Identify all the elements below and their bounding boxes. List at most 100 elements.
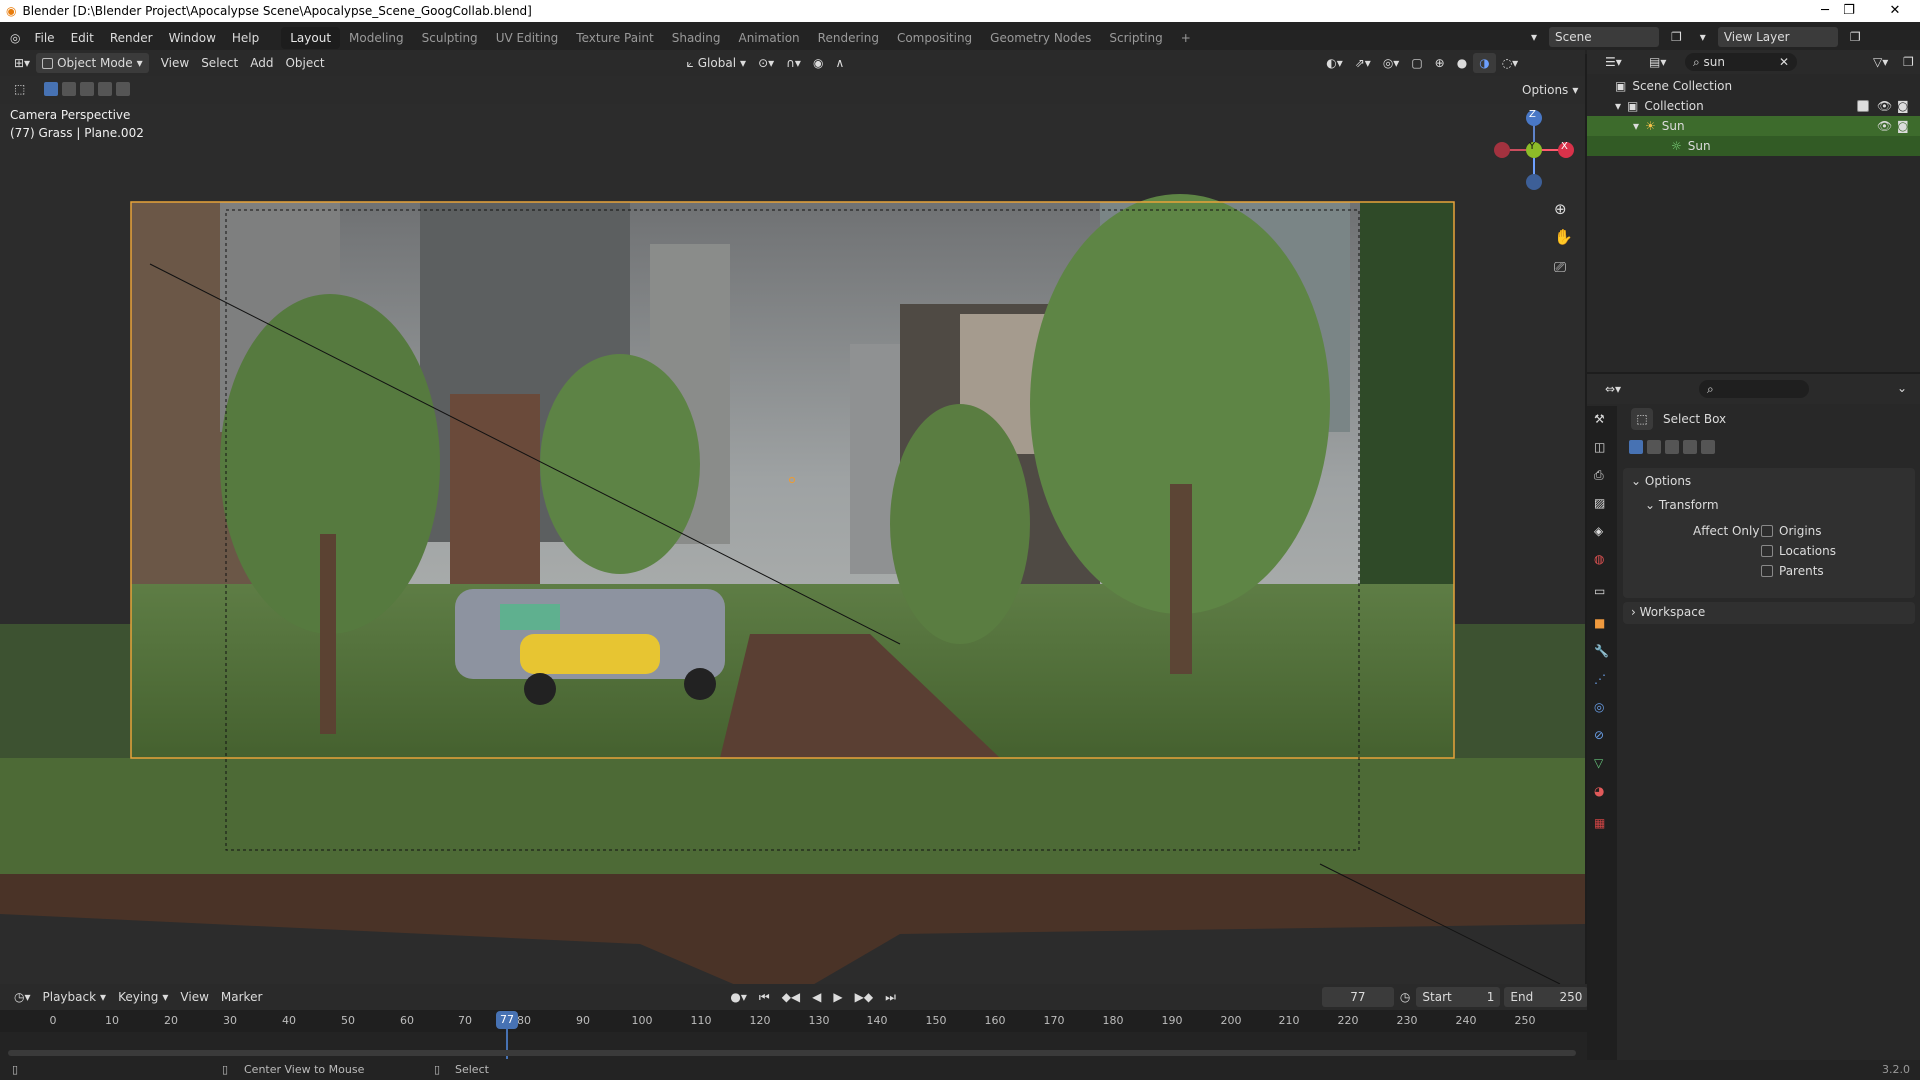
blender-menu-icon[interactable]: ◎ <box>10 31 20 45</box>
gizmo-x-label[interactable]: X <box>1561 141 1568 152</box>
new-view-layer-button[interactable]: ❐ <box>1844 27 1867 47</box>
select-invert-icon[interactable] <box>98 82 112 96</box>
tab-compositing[interactable]: Compositing <box>888 27 981 49</box>
select-intersect-icon[interactable] <box>116 82 130 96</box>
mode-intersect-icon[interactable] <box>1701 440 1715 454</box>
select-new-icon[interactable] <box>44 82 58 96</box>
3d-viewport[interactable]: Camera Perspective (77) Grass | Plane.00… <box>0 104 1585 984</box>
menu-playback[interactable]: Playback ▾ <box>37 987 113 1007</box>
add-workspace-button[interactable]: + <box>1172 27 1200 49</box>
scene-name-field[interactable]: Scene <box>1549 27 1660 47</box>
wireframe-shading-icon[interactable]: ⊕ <box>1429 53 1451 73</box>
menu-object[interactable]: Object <box>279 53 330 73</box>
menu-view[interactable]: View <box>155 53 195 73</box>
object-tab-icon[interactable]: ■ <box>1594 616 1610 632</box>
outliner-editor-type-icon[interactable]: ☰▾ <box>1599 52 1628 72</box>
options-panel-header[interactable]: ⌄ Options <box>1631 474 1691 488</box>
tab-texture-paint[interactable]: Texture Paint <box>567 27 662 49</box>
rendered-shading-icon[interactable]: ◌▾ <box>1496 53 1525 73</box>
menu-keying[interactable]: Keying ▾ <box>112 987 174 1007</box>
tab-rendering[interactable]: Rendering <box>809 27 888 49</box>
view-layer-icon[interactable]: ▾ <box>1694 27 1712 47</box>
menu-file[interactable]: File <box>26 31 62 45</box>
maximize-button[interactable]: ❐ <box>1826 0 1872 22</box>
solid-shading-icon[interactable]: ● <box>1451 53 1473 73</box>
timeline-scrollbar[interactable] <box>8 1050 1576 1056</box>
display-mode-icon[interactable]: ▤▾ <box>1643 52 1672 72</box>
mode-subtract-icon[interactable] <box>1665 440 1679 454</box>
select-tool-icon[interactable]: ⬚ <box>14 82 25 96</box>
visibility-icon[interactable]: ◐▾ <box>1320 53 1349 73</box>
gizmo-z-label[interactable]: Z <box>1529 109 1536 120</box>
outliner-row-sun-data[interactable]: ☼ Sun <box>1587 136 1920 156</box>
mode-new-icon[interactable] <box>1629 440 1643 454</box>
xray-icon[interactable]: ▢ <box>1405 53 1428 73</box>
expand-chevron-icon[interactable]: ▾ <box>1633 119 1639 133</box>
falloff-icon[interactable]: ∧ <box>829 53 850 73</box>
filter-icon[interactable]: ▽▾ <box>1867 52 1894 72</box>
material-tab-icon[interactable]: ◕ <box>1594 784 1610 800</box>
new-collection-icon[interactable]: ❐ <box>1897 52 1920 72</box>
render-tab-icon[interactable]: ◫ <box>1594 440 1610 456</box>
record-icon[interactable]: ●▾ <box>724 987 753 1007</box>
tab-animation[interactable]: Animation <box>729 27 808 49</box>
camera-view-icon[interactable]: ⎚ <box>1554 258 1566 276</box>
mode-dropdown[interactable]: Object Mode ▾ <box>36 53 149 73</box>
eye-icon[interactable]: 👁 <box>1877 99 1892 113</box>
play-icon[interactable]: ▶ <box>827 987 848 1007</box>
proportional-edit-icon[interactable]: ◉ <box>807 53 829 73</box>
zoom-icon[interactable]: ⊕ <box>1554 200 1567 218</box>
scene-selector-icon[interactable]: ▾ <box>1525 27 1543 47</box>
end-frame-field[interactable]: End 250 <box>1504 987 1589 1007</box>
outliner-search-input[interactable]: ⌕ sun ✕ <box>1685 53 1797 71</box>
tab-sculpting[interactable]: Sculpting <box>413 27 487 49</box>
render-camera-icon[interactable]: ◙ <box>1897 119 1909 133</box>
start-frame-field[interactable]: Start 1 <box>1416 987 1501 1007</box>
outliner-row-sun-object[interactable]: ▾ ☀ Sun 👁 ◙ <box>1587 116 1920 136</box>
eye-icon[interactable]: 👁 <box>1877 119 1892 133</box>
select-subtract-icon[interactable] <box>80 82 94 96</box>
view-layer-tab-icon[interactable]: ▨ <box>1594 496 1610 512</box>
frame-ruler[interactable]: 0 10 20 30 40 50 60 70 80 90 100 110 120… <box>0 1010 1616 1032</box>
world-tab-icon[interactable]: ◍ <box>1594 552 1610 568</box>
locations-checkbox[interactable] <box>1761 545 1773 557</box>
menu-edit[interactable]: Edit <box>63 31 102 45</box>
pivot-icon[interactable]: ⊙▾ <box>752 53 780 73</box>
jump-end-icon[interactable]: ⏭ <box>879 987 902 1007</box>
material-shading-icon[interactable]: ◑ <box>1473 53 1496 73</box>
transform-subpanel-header[interactable]: ⌄ Transform <box>1645 498 1719 512</box>
gizmo-toggle-icon[interactable]: ⇗▾ <box>1349 53 1377 73</box>
workspace-panel[interactable]: › Workspace <box>1623 602 1915 624</box>
editor-type-icon[interactable]: ⊞▾ <box>8 53 36 73</box>
pan-hand-icon[interactable]: ✋ <box>1554 228 1573 246</box>
tab-layout[interactable]: Layout <box>281 27 341 49</box>
select-extend-icon[interactable] <box>62 82 76 96</box>
menu-window[interactable]: Window <box>161 31 224 45</box>
menu-help[interactable]: Help <box>224 31 267 45</box>
next-keyframe-icon[interactable]: ▶◆ <box>849 987 879 1007</box>
collection-tab-icon[interactable]: ▭ <box>1594 584 1610 600</box>
data-tab-icon[interactable]: ▽ <box>1594 756 1610 772</box>
output-tab-icon[interactable]: ⎙ <box>1594 468 1610 484</box>
modifier-tab-icon[interactable]: 🔧 <box>1594 644 1610 660</box>
menu-add[interactable]: Add <box>244 53 279 73</box>
new-scene-button[interactable]: ❐ <box>1665 27 1688 47</box>
tab-uv-editing[interactable]: UV Editing <box>487 27 568 49</box>
orientation-dropdown[interactable]: ⟀ Global ▾ <box>681 53 753 73</box>
tab-scripting[interactable]: Scripting <box>1100 27 1171 49</box>
current-frame-field[interactable]: 77 <box>1321 987 1394 1007</box>
physics-tab-icon[interactable]: ◎ <box>1594 700 1610 716</box>
constraint-tab-icon[interactable]: ⊘ <box>1594 728 1610 744</box>
gizmo-y-label[interactable]: Y <box>1529 141 1535 152</box>
options-dropdown[interactable]: Options ▾ <box>1516 80 1584 100</box>
outliner-row-collection[interactable]: ▾ ▣ Collection 👁 ◙ <box>1587 96 1920 116</box>
overlay-toggle-icon[interactable]: ◎▾ <box>1377 53 1406 73</box>
properties-editor-type-icon[interactable]: ⇔▾ <box>1599 379 1627 399</box>
close-window-button[interactable]: ✕ <box>1872 0 1918 22</box>
scene-tab-icon[interactable]: ◈ <box>1594 524 1610 540</box>
prev-keyframe-icon[interactable]: ◆◀ <box>776 987 806 1007</box>
properties-search-input[interactable]: ⌕ <box>1699 380 1809 398</box>
clock-icon[interactable]: ◷ <box>1394 987 1416 1007</box>
tab-geometry-nodes[interactable]: Geometry Nodes <box>981 27 1100 49</box>
particles-tab-icon[interactable]: ⋰ <box>1594 672 1610 688</box>
